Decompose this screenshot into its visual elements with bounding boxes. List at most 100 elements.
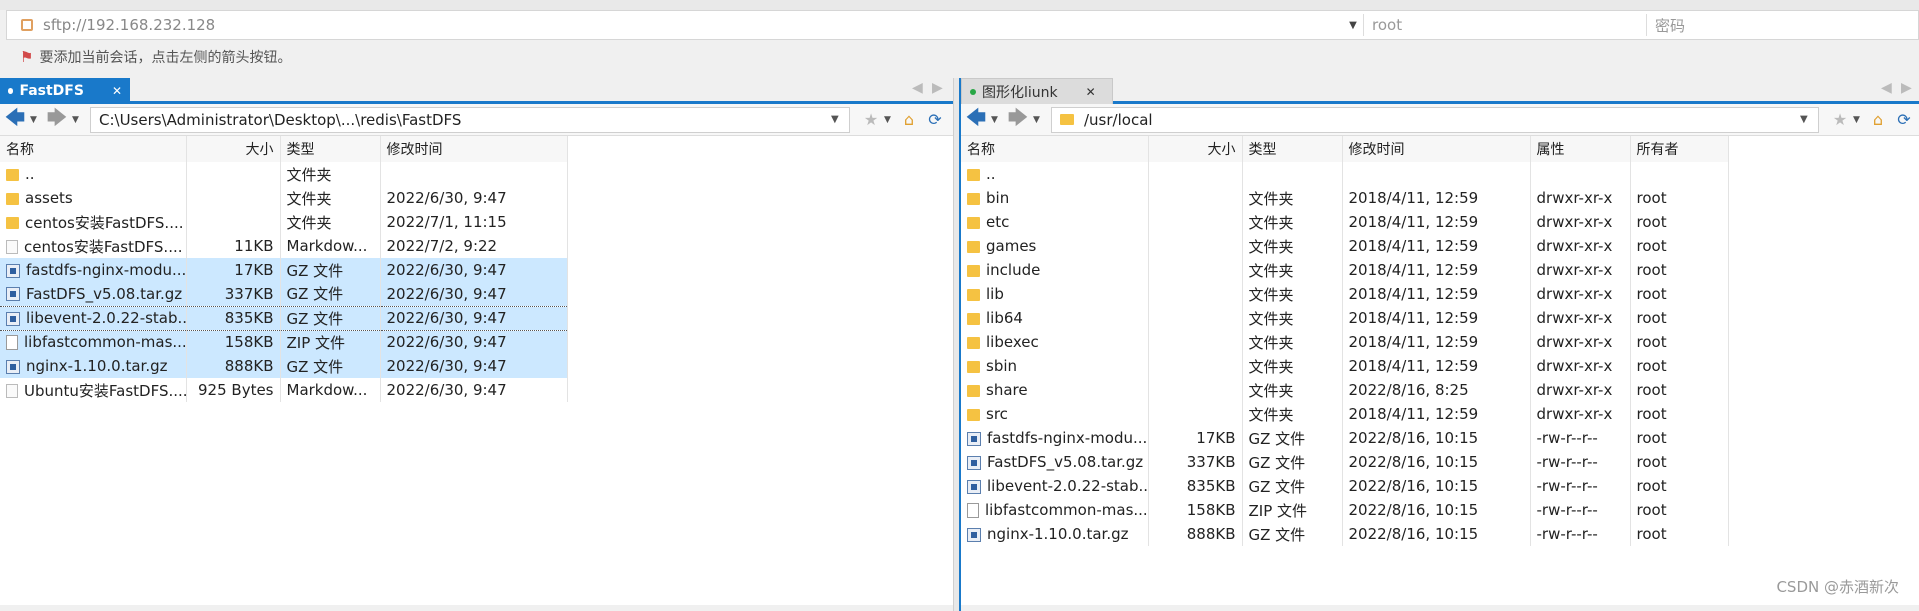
file-type-cell: GZ 文件: [280, 305, 381, 331]
refresh-icon[interactable]: ⟳: [1891, 110, 1917, 129]
chevron-down-icon[interactable]: ▼: [1033, 115, 1045, 125]
local-path-text[interactable]: C:\Users\Administrator\Desktop\...\redis…: [99, 111, 831, 129]
file-row[interactable]: lib64 文件夹 2018/4/11, 12:59 drwxr-xr-x root: [961, 306, 1729, 330]
file-type-cell: 文件夹: [1242, 402, 1343, 426]
chevron-down-icon[interactable]: ▼: [1853, 115, 1865, 125]
chevron-down-icon[interactable]: ▼: [884, 115, 896, 125]
pane-splitter[interactable]: [953, 78, 961, 611]
back-arrow-icon[interactable]: 🡄: [0, 103, 30, 137]
file-row[interactable]: fastdfs-nginx-modu... 17KB GZ 文件 2022/8/16,…: [961, 426, 1729, 450]
tab-scroll-right-icon[interactable]: ▶: [1901, 80, 1912, 96]
file-modified-cell: 2022/6/30, 9:47: [380, 186, 568, 210]
file-name: FastDFS_v5.08.tar.gz: [26, 284, 183, 303]
file-row[interactable]: games 文件夹 2018/4/11, 12:59 drwxr-xr-x root: [961, 234, 1729, 258]
file-row[interactable]: centos安装FastDFS.... 文件夹 2022/7/1, 11:15: [0, 210, 568, 234]
bookmark-flag-icon[interactable]: ⚑: [20, 48, 33, 66]
file-row[interactable]: libevent-2.0.22-stab... 835KB GZ 文件 2022/6/…: [0, 305, 568, 331]
column-header[interactable]: 大小: [1148, 136, 1243, 162]
chevron-down-icon[interactable]: ▼: [831, 114, 849, 125]
file-row[interactable]: nginx-1.10.0.tar.gz 888KB GZ 文件 2022/8/16, …: [961, 522, 1729, 546]
file-row[interactable]: libexec 文件夹 2018/4/11, 12:59 drwxr-xr-x root: [961, 330, 1729, 354]
file-row[interactable]: fastdfs-nginx-modu... 17KB GZ 文件 2022/6/30,…: [0, 258, 568, 282]
file-type-cell: 文件夹: [1242, 258, 1343, 282]
file-size-cell: [186, 210, 281, 234]
file-owner-cell: root: [1630, 210, 1729, 234]
file-row[interactable]: .. 文件夹: [0, 162, 568, 186]
file-row[interactable]: FastDFS_v5.08.tar.gz 337KB GZ 文件 2022/6/30,…: [0, 282, 568, 306]
chevron-down-icon[interactable]: ▼: [1800, 114, 1818, 125]
column-header[interactable]: 修改时间: [1342, 136, 1531, 162]
file-perm-cell: -rw-r--r--: [1530, 450, 1631, 474]
tab-status-dot: [8, 88, 14, 94]
file-row[interactable]: ..: [961, 162, 1729, 186]
file-type-cell: GZ 文件: [1242, 450, 1343, 474]
file-row[interactable]: nginx-1.10.0.tar.gz 888KB GZ 文件 2022/6/30, …: [0, 354, 568, 378]
session-url[interactable]: sftp://192.168.232.128: [43, 16, 1343, 34]
file-modified-cell: 2022/8/16, 10:15: [1342, 522, 1531, 546]
file-modified-cell: 2022/6/30, 9:47: [380, 258, 568, 282]
column-header[interactable]: 类型: [280, 136, 381, 162]
password-field[interactable]: 密码: [1647, 15, 1685, 36]
tab-remote[interactable]: 图形化liunk ✕: [961, 78, 1113, 104]
tab-local[interactable]: FastDFS ✕: [0, 78, 130, 104]
file-row[interactable]: assets 文件夹 2022/6/30, 9:47: [0, 186, 568, 210]
tab-scroll-right-icon[interactable]: ▶: [932, 80, 943, 96]
file-row[interactable]: libfastcommon-mas... 158KB ZIP 文件 2022/6/30…: [0, 330, 568, 354]
session-address-bar[interactable]: sftp://192.168.232.128 ▼ root 密码: [6, 10, 1919, 40]
file-name-cell: ..: [0, 162, 187, 186]
remote-path-input[interactable]: /usr/local ▼: [1051, 106, 1819, 133]
tab-scroll-left-icon[interactable]: ◀: [912, 80, 923, 96]
close-icon[interactable]: ✕: [112, 84, 122, 98]
bookmark-star-icon[interactable]: ★: [1827, 110, 1853, 129]
back-arrow-icon[interactable]: 🡄: [961, 103, 991, 137]
file-row[interactable]: lib 文件夹 2018/4/11, 12:59 drwxr-xr-x root: [961, 282, 1729, 306]
chevron-down-icon[interactable]: ▼: [30, 115, 42, 125]
column-header[interactable]: 名称: [961, 136, 1149, 162]
local-path-input[interactable]: C:\Users\Administrator\Desktop\...\redis…: [90, 106, 850, 133]
folder-icon: [967, 408, 980, 421]
file-modified-cell: 2022/8/16, 10:15: [1342, 426, 1531, 450]
file-name: lib64: [986, 309, 1023, 327]
file-name-cell: sbin: [961, 354, 1149, 378]
home-folder-icon[interactable]: ⌂: [896, 110, 922, 129]
column-header[interactable]: 修改时间: [380, 136, 568, 162]
file-modified-cell: 2022/8/16, 10:15: [1342, 498, 1531, 522]
file-row[interactable]: include 文件夹 2018/4/11, 12:59 drwxr-xr-x root: [961, 258, 1729, 282]
file-modified-cell: 2018/4/11, 12:59: [1342, 306, 1531, 330]
file-modified-cell: 2022/8/16, 10:15: [1342, 450, 1531, 474]
column-header[interactable]: 类型: [1242, 136, 1343, 162]
file-name: FastDFS_v5.08.tar.gz: [987, 453, 1144, 471]
file-row[interactable]: libevent-2.0.22-stab... 835KB GZ 文件 2022/8/…: [961, 474, 1729, 498]
file-row[interactable]: centos安装FastDFS.... 11KB Markdow... 2022/7/…: [0, 234, 568, 258]
chevron-down-icon[interactable]: ▼: [991, 115, 1003, 125]
column-header[interactable]: 所有者: [1630, 136, 1729, 162]
file-row[interactable]: FastDFS_v5.08.tar.gz 337KB GZ 文件 2022/8/16,…: [961, 450, 1729, 474]
remote-path-text[interactable]: /usr/local: [1084, 111, 1800, 129]
folder-icon: [967, 264, 980, 277]
file-row[interactable]: sbin 文件夹 2018/4/11, 12:59 drwxr-xr-x root: [961, 354, 1729, 378]
bookmark-star-icon[interactable]: ★: [858, 110, 884, 129]
refresh-icon[interactable]: ⟳: [922, 110, 948, 129]
file-row[interactable]: libfastcommon-mas... 158KB ZIP 文件 2022/8/16…: [961, 498, 1729, 522]
forward-arrow-icon[interactable]: 🡆: [42, 103, 72, 137]
column-header[interactable]: 属性: [1530, 136, 1631, 162]
file-name: games: [986, 237, 1037, 255]
chevron-down-icon[interactable]: ▼: [72, 115, 84, 125]
column-header[interactable]: 大小: [186, 136, 281, 162]
chevron-down-icon[interactable]: ▼: [1343, 20, 1363, 31]
file-row[interactable]: src 文件夹 2018/4/11, 12:59 drwxr-xr-x root: [961, 402, 1729, 426]
username-field[interactable]: root: [1364, 16, 1646, 34]
tab-scroll-left-icon[interactable]: ◀: [1881, 80, 1892, 96]
file-row[interactable]: bin 文件夹 2018/4/11, 12:59 drwxr-xr-x root: [961, 186, 1729, 210]
home-folder-icon[interactable]: ⌂: [1865, 110, 1891, 129]
file-owner-cell: [1630, 162, 1729, 186]
file-name-cell: include: [961, 258, 1149, 282]
file-row[interactable]: Ubuntu安装FastDFS.... 925 Bytes Markdow... 20…: [0, 378, 568, 402]
close-icon[interactable]: ✕: [1086, 85, 1096, 99]
column-header[interactable]: 名称: [0, 136, 187, 162]
forward-arrow-icon[interactable]: 🡆: [1003, 103, 1033, 137]
file-type-cell: 文件夹: [1242, 210, 1343, 234]
file-row[interactable]: etc 文件夹 2018/4/11, 12:59 drwxr-xr-x root: [961, 210, 1729, 234]
file-row[interactable]: share 文件夹 2022/8/16, 8:25 drwxr-xr-x root: [961, 378, 1729, 402]
file-size-cell: [1148, 162, 1243, 186]
